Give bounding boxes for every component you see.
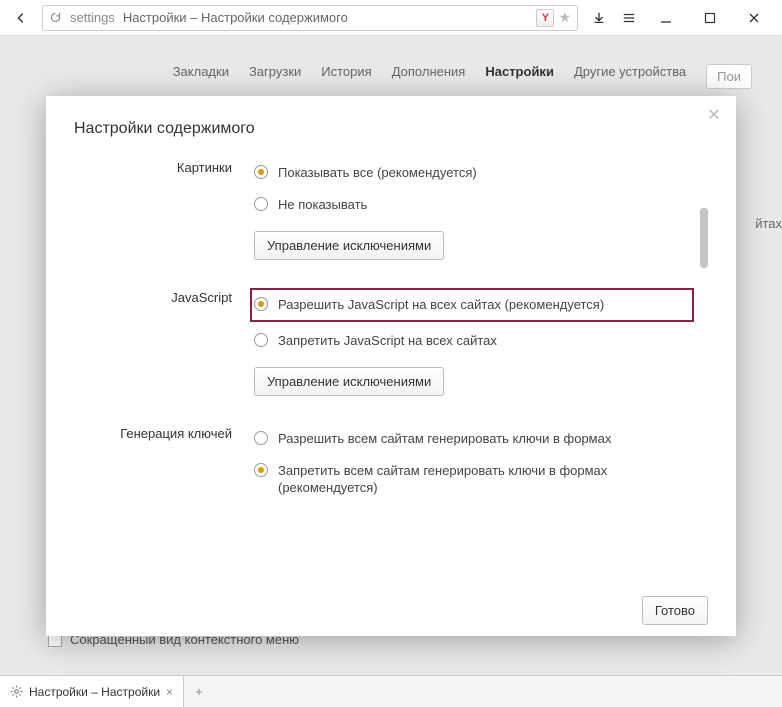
dialog-body: Картинки Показывать все (рекомендуется) … <box>74 158 708 578</box>
new-tab-button[interactable]: + <box>184 684 214 699</box>
yandex-logo-icon[interactable]: Y <box>536 9 554 27</box>
javascript-block-label: Запретить JavaScript на всех сайтах <box>278 332 497 350</box>
window-close[interactable] <box>732 4 776 32</box>
back-button[interactable] <box>6 4 36 32</box>
section-keygen: Генерация ключей Разрешить всем сайтам г… <box>74 424 694 511</box>
images-manage-exceptions-button[interactable]: Управление исключениями <box>254 231 444 260</box>
keygen-block-label: Запретить всем сайтам генерировать ключи… <box>278 462 694 497</box>
browser-titlebar: settings Настройки – Настройки содержимо… <box>0 0 782 36</box>
browser-tab[interactable]: Настройки – Настройки × <box>0 676 184 707</box>
tab-close-icon[interactable]: × <box>166 685 173 699</box>
images-hide-label: Не показывать <box>278 196 367 214</box>
reload-icon[interactable] <box>49 11 62 24</box>
dialog-overlay: ✕ Настройки содержимого йтах Картинки По… <box>0 36 782 675</box>
downloads-button[interactable] <box>584 4 614 32</box>
bookmark-star-icon[interactable]: ★ <box>558 9 571 26</box>
background-peek-text: йтах <box>755 216 782 231</box>
dialog-close-icon[interactable]: ✕ <box>704 106 724 126</box>
dialog-scrollbar[interactable] <box>700 162 708 574</box>
done-button[interactable]: Готово <box>642 596 708 625</box>
section-keygen-label: Генерация ключей <box>74 424 254 511</box>
javascript-manage-exceptions-button[interactable]: Управление исключениями <box>254 367 444 396</box>
url-scheme: settings <box>70 10 115 25</box>
browser-tab-title: Настройки – Настройки <box>29 685 160 699</box>
javascript-block-radio[interactable] <box>254 333 268 347</box>
javascript-allow-radio[interactable] <box>254 297 268 311</box>
images-hide-radio[interactable] <box>254 197 268 211</box>
browser-tab-strip: Настройки – Настройки × + <box>0 675 782 707</box>
javascript-allow-label: Разрешить JavaScript на всех сайтах (рек… <box>278 296 604 314</box>
javascript-allow-highlight: Разрешить JavaScript на всех сайтах (рек… <box>250 288 694 322</box>
menu-button[interactable] <box>614 4 644 32</box>
window-minimize[interactable] <box>644 4 688 32</box>
keygen-allow-label: Разрешить всем сайтам генерировать ключи… <box>278 430 611 448</box>
keygen-allow-radio[interactable] <box>254 431 268 445</box>
url-title: Настройки – Настройки содержимого <box>123 10 348 25</box>
section-javascript-label: JavaScript <box>74 288 254 396</box>
images-show-all-label: Показывать все (рекомендуется) <box>278 164 477 182</box>
content-settings-dialog: ✕ Настройки содержимого йтах Картинки По… <box>46 96 736 636</box>
keygen-block-radio[interactable] <box>254 463 268 477</box>
section-images: Картинки Показывать все (рекомендуется) … <box>74 158 694 260</box>
gear-icon <box>10 685 23 698</box>
images-show-all-radio[interactable] <box>254 165 268 179</box>
dialog-title: Настройки содержимого <box>74 120 708 138</box>
section-javascript: JavaScript Разрешить JavaScript на всех … <box>74 288 694 396</box>
address-bar[interactable]: settings Настройки – Настройки содержимо… <box>42 5 578 31</box>
window-maximize[interactable] <box>688 4 732 32</box>
section-images-label: Картинки <box>74 158 254 260</box>
scrollbar-thumb[interactable] <box>700 208 708 268</box>
